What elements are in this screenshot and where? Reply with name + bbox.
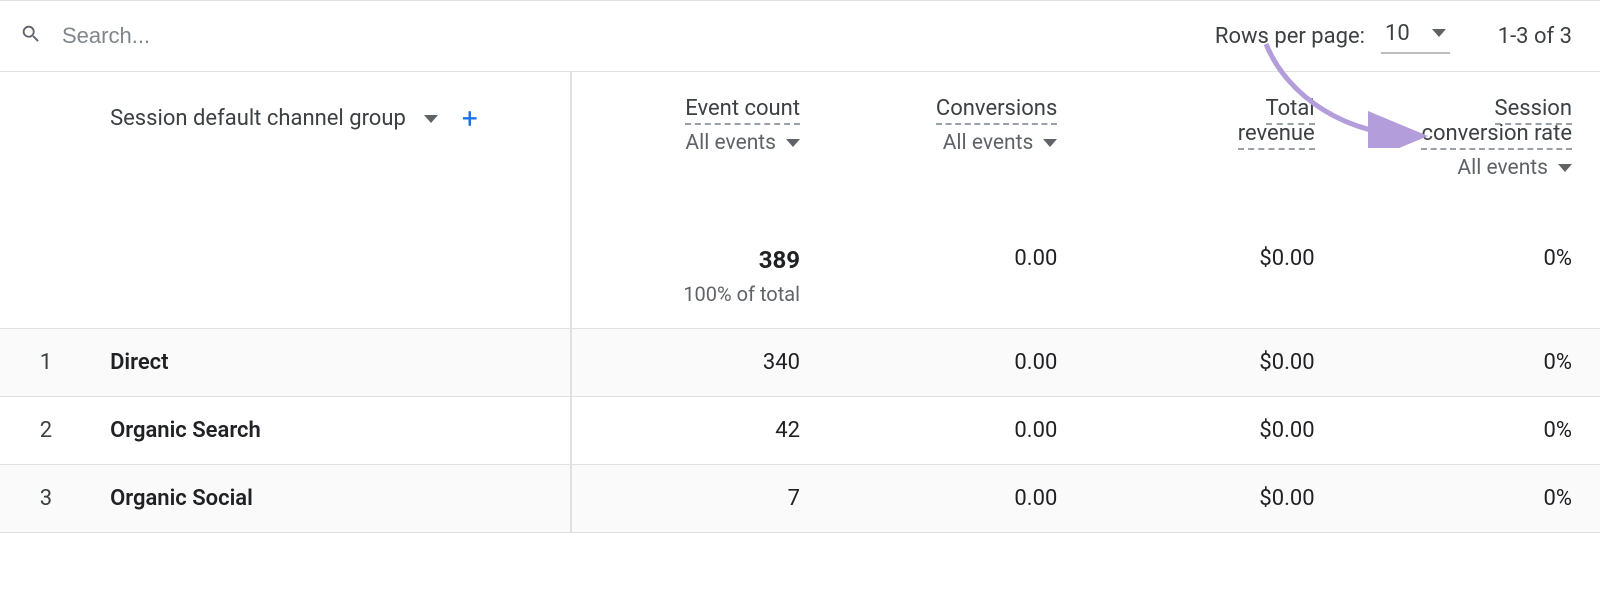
header-index xyxy=(0,72,70,232)
row-session-cr: 0% xyxy=(1343,464,1600,532)
row-event-count: 7 xyxy=(571,464,828,532)
table-row[interactable]: 1 Direct 340 0.00 $0.00 0% xyxy=(0,328,1600,396)
search-icon xyxy=(20,23,42,49)
data-table: Session default channel group + Event co… xyxy=(0,72,1600,533)
row-event-count: 340 xyxy=(571,328,828,396)
header-event-count-label: Event count xyxy=(685,96,800,125)
rows-per-page: Rows per page: 10 xyxy=(1215,19,1450,54)
table-row[interactable]: 3 Organic Social 7 0.00 $0.00 0% xyxy=(0,464,1600,532)
totals-conversions: 0.00 xyxy=(828,232,1085,328)
session-cr-filter[interactable]: All events xyxy=(1457,156,1572,180)
chevron-down-icon xyxy=(1558,164,1572,172)
row-revenue: $0.00 xyxy=(1085,464,1342,532)
totals-event-count: 389 100% of total xyxy=(571,232,828,328)
dimension-label: Session default channel group xyxy=(110,106,406,131)
table-header-row: Session default channel group + Event co… xyxy=(0,72,1600,232)
rows-per-page-label: Rows per page: xyxy=(1215,24,1365,49)
pagination-range: 1-3 of 3 xyxy=(1498,24,1572,49)
event-count-filter[interactable]: All events xyxy=(685,131,800,155)
header-event-count[interactable]: Event count All events xyxy=(571,72,828,232)
add-dimension-button[interactable]: + xyxy=(462,102,478,135)
header-revenue-label-2: revenue xyxy=(1238,121,1315,150)
row-dimension[interactable]: Organic Social xyxy=(70,464,571,532)
header-session-cr-label-2: conversion rate xyxy=(1421,121,1572,150)
row-conversions: 0.00 xyxy=(828,328,1085,396)
chevron-down-icon xyxy=(786,139,800,147)
header-session-conversion-rate[interactable]: Session conversion rate All events xyxy=(1343,72,1600,232)
row-event-count: 42 xyxy=(571,396,828,464)
row-index: 3 xyxy=(0,464,70,532)
session-cr-filter-label: All events xyxy=(1457,156,1548,180)
header-conversions[interactable]: Conversions All events xyxy=(828,72,1085,232)
row-session-cr: 0% xyxy=(1343,328,1600,396)
report-container: Rows per page: 10 1-3 of 3 Session defau… xyxy=(0,0,1600,533)
table-body: 1 Direct 340 0.00 $0.00 0% 2 Organic Sea… xyxy=(0,328,1600,532)
row-dimension[interactable]: Organic Search xyxy=(70,396,571,464)
conversions-filter-label: All events xyxy=(943,131,1034,155)
header-dimension: Session default channel group + xyxy=(70,72,571,232)
rows-per-page-value: 10 xyxy=(1385,21,1410,46)
chevron-down-icon xyxy=(1043,139,1057,147)
header-conversions-label: Conversions xyxy=(936,96,1057,125)
conversions-filter[interactable]: All events xyxy=(943,131,1058,155)
toolbar: Rows per page: 10 1-3 of 3 xyxy=(0,0,1600,72)
row-conversions: 0.00 xyxy=(828,396,1085,464)
row-index: 1 xyxy=(0,328,70,396)
table-row[interactable]: 2 Organic Search 42 0.00 $0.00 0% xyxy=(0,396,1600,464)
chevron-down-icon xyxy=(1432,29,1446,37)
totals-row: 389 100% of total 0.00 $0.00 0% xyxy=(0,232,1600,328)
row-conversions: 0.00 xyxy=(828,464,1085,532)
row-dimension[interactable]: Direct xyxy=(70,328,571,396)
row-index: 2 xyxy=(0,396,70,464)
event-count-filter-label: All events xyxy=(685,131,776,155)
totals-session-cr: 0% xyxy=(1343,232,1600,328)
row-revenue: $0.00 xyxy=(1085,328,1342,396)
search-input[interactable] xyxy=(60,22,460,50)
chevron-down-icon[interactable] xyxy=(424,115,438,123)
header-total-revenue[interactable]: Total revenue xyxy=(1085,72,1342,232)
row-revenue: $0.00 xyxy=(1085,396,1342,464)
totals-revenue: $0.00 xyxy=(1085,232,1342,328)
row-session-cr: 0% xyxy=(1343,396,1600,464)
rows-per-page-select[interactable]: 10 xyxy=(1381,19,1450,54)
